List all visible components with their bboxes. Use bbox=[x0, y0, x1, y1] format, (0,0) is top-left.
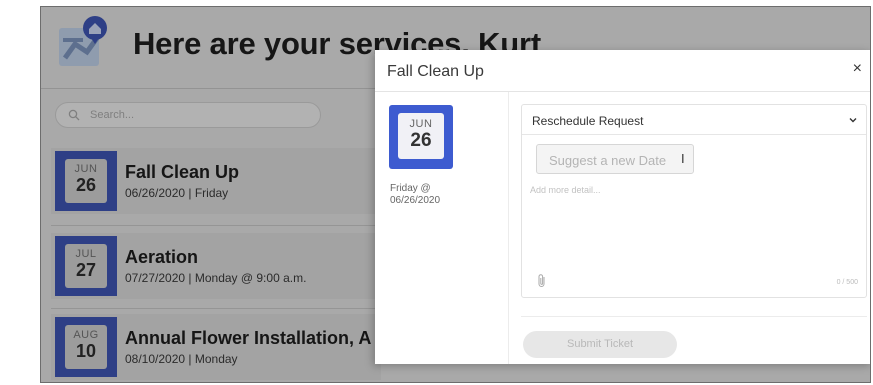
service-name: Annual Flower Installation, A bbox=[125, 328, 372, 348]
modal-title: Fall Clean Up bbox=[387, 63, 484, 80]
service-date: 07/27/2020 | Monday @ 9:00 a.m. bbox=[125, 271, 307, 285]
service-item[interactable]: AUG 10 Annual Flower Installation, A 08/… bbox=[51, 314, 381, 380]
reschedule-modal: Fall Clean Up × JUN 26 Friday @ 06/26/20… bbox=[375, 50, 871, 364]
service-date: 06/26/2020 | Friday bbox=[125, 186, 229, 200]
request-type-select[interactable]: Reschedule Request bbox=[522, 105, 866, 135]
date-day: 26 bbox=[75, 175, 97, 195]
date-day: 26 bbox=[410, 130, 432, 151]
new-date-input[interactable]: Suggest a new Date I bbox=[536, 144, 694, 174]
date-badge: JUN 26 bbox=[389, 105, 453, 169]
app-window: Here are your services, Kurt Search... J… bbox=[40, 6, 871, 382]
service-name: Aeration bbox=[125, 247, 199, 267]
chevron-down-icon bbox=[849, 118, 857, 123]
when-date: 06/26/2020 bbox=[390, 195, 441, 206]
new-date-placeholder: Suggest a new Date bbox=[549, 153, 667, 168]
submit-ticket-button[interactable]: Submit Ticket bbox=[523, 331, 677, 358]
modal-date-panel: JUN 26 Friday @ 06/26/2020 bbox=[375, 92, 509, 364]
detail-textarea[interactable]: Add more detail... bbox=[530, 185, 601, 195]
service-when: Friday @ 06/26/2020 bbox=[390, 183, 440, 207]
date-month: JUN bbox=[74, 163, 98, 175]
list-divider bbox=[51, 225, 381, 226]
date-month: JUL bbox=[75, 248, 97, 260]
text-cursor-icon: I bbox=[681, 151, 685, 166]
date-badge: JUL 27 bbox=[55, 236, 117, 296]
date-badge: AUG 10 bbox=[55, 317, 117, 377]
map-pin-home-icon bbox=[59, 16, 107, 66]
search-icon bbox=[68, 109, 80, 121]
header-divider bbox=[41, 88, 381, 89]
service-name: Fall Clean Up bbox=[125, 162, 240, 182]
search-input[interactable]: Search... bbox=[55, 102, 321, 128]
when-day: Friday @ bbox=[390, 183, 431, 194]
date-month: JUN bbox=[409, 118, 433, 130]
modal-footer-divider bbox=[521, 316, 867, 317]
close-icon[interactable]: × bbox=[853, 60, 862, 78]
date-badge: JUN 26 bbox=[55, 151, 117, 211]
service-item[interactable]: JUL 27 Aeration 07/27/2020 | Monday @ 9:… bbox=[51, 233, 381, 299]
modal-header: Fall Clean Up × bbox=[375, 50, 871, 92]
screen-frame: Here are your services, Kurt Search... J… bbox=[0, 0, 873, 385]
service-item[interactable]: JUN 26 Fall Clean Up 06/26/2020 | Friday bbox=[51, 148, 381, 214]
date-day: 27 bbox=[75, 260, 97, 280]
request-type-value: Reschedule Request bbox=[532, 114, 644, 128]
date-month: AUG bbox=[73, 329, 99, 341]
date-day: 10 bbox=[75, 341, 97, 361]
list-divider bbox=[51, 308, 381, 309]
ticket-form: Reschedule Request Suggest a new Date I … bbox=[521, 104, 867, 298]
search-placeholder: Search... bbox=[90, 109, 135, 121]
service-date: 08/10/2020 | Monday bbox=[125, 352, 238, 366]
paperclip-icon[interactable] bbox=[536, 273, 548, 289]
character-count: 0 / 500 bbox=[836, 279, 858, 286]
